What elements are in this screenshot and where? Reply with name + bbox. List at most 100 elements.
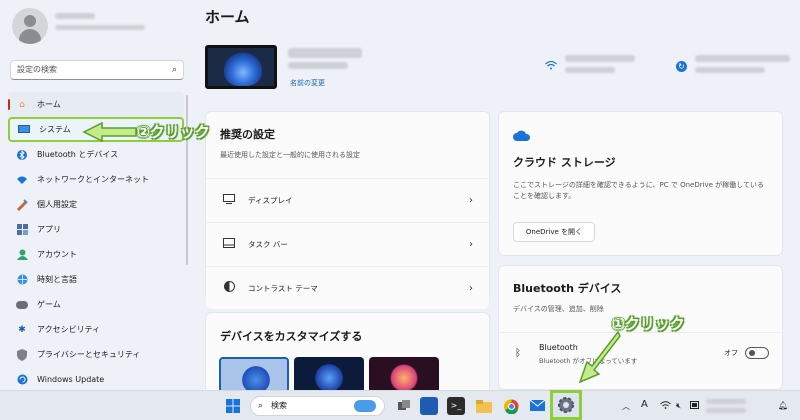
notification-bell-icon[interactable]: 🔔︎ (778, 401, 788, 410)
chrome-icon[interactable] (502, 397, 520, 415)
bluetooth-icon (16, 149, 28, 161)
sidebar-item-accounts[interactable]: アカウント (8, 242, 184, 267)
sidebar-item-label: アクセシビリティ (37, 325, 101, 334)
sidebar-item-privacy[interactable]: プライバシーとセキュリティ (8, 342, 184, 367)
sidebar-item-accessibility[interactable]: ✱ アクセシビリティ (8, 317, 184, 342)
sidebar-item-personalization[interactable]: 個人用設定 (8, 192, 184, 217)
chevron-right-icon: › (469, 238, 473, 250)
chevron-right-icon: › (469, 282, 473, 294)
sidebar-item-time-language[interactable]: 時刻と言語 (8, 267, 184, 292)
callout-arrow-system (82, 121, 138, 146)
wifi-tray-icon[interactable] (660, 401, 671, 411)
bluetooth-subtitle: デバイスの管理、追加、削除 (513, 305, 604, 313)
ime-indicator-icon[interactable]: A (641, 399, 648, 410)
row-label: ディスプレイ (248, 195, 293, 205)
settings-search-placeholder: 設定の検索 (17, 65, 57, 74)
sidebar-item-gaming[interactable]: ゲーム (8, 292, 184, 317)
redacted-device-model (288, 62, 348, 69)
callout-step1: ①クリック (612, 315, 685, 333)
home-icon: ⌂ (19, 99, 25, 110)
redacted-account-name (55, 13, 95, 19)
taskbar-search-input[interactable]: ⌕ 検索 (250, 396, 385, 416)
sidebar-item-windows-update[interactable]: Windows Update (8, 367, 184, 392)
chevron-up-icon[interactable]: ︿ (622, 401, 630, 412)
sidebar-item-label: 時刻と言語 (37, 275, 77, 284)
rename-link[interactable]: 名前の変更 (290, 78, 325, 88)
avatar[interactable] (12, 8, 48, 44)
wallpaper-thumbnail-light[interactable] (219, 357, 289, 393)
redacted-account-email (55, 25, 145, 30)
brush-icon (16, 198, 28, 211)
taskbar-icon (222, 237, 236, 251)
bluetooth-row: ᛒ Bluetooth Bluetooth がオフになっています オフ (499, 332, 782, 377)
recommended-title: 推奨の設定 (220, 128, 275, 141)
mail-icon[interactable] (528, 397, 546, 415)
apps-icon (16, 224, 28, 236)
sidebar-item-home[interactable]: ⌂ ホーム (8, 92, 184, 117)
recommended-row-contrast[interactable]: コントラスト テーマ › (206, 266, 489, 309)
monitor-icon (222, 193, 236, 207)
redacted-update-status (695, 55, 790, 62)
redacted-device-name (288, 48, 362, 58)
redacted-clock (706, 399, 746, 404)
search-icon: ⌕ (258, 401, 264, 411)
recommended-row-taskbar[interactable]: タスク バー › (206, 222, 489, 265)
gear-icon (558, 397, 574, 413)
globe-icon (16, 274, 28, 286)
sidebar-item-label: システム (39, 125, 71, 134)
volume-muted-icon[interactable]: 🔇︎ (676, 401, 681, 411)
sidebar-item-label: Windows Update (37, 375, 105, 384)
display-icon (18, 124, 30, 136)
bluetooth-toggle[interactable] (745, 347, 769, 359)
redacted-network-name (565, 55, 635, 62)
wallpaper-thumbnail-glow[interactable] (369, 357, 439, 393)
device-image (205, 45, 277, 89)
sidebar-item-label: アプリ (37, 225, 61, 234)
contrast-icon (222, 281, 236, 295)
gamepad-icon (16, 299, 28, 311)
sidebar: 設定の検索 ⌕ ⌂ ホーム システム Bluetooth とデバイス ネットワー… (0, 0, 190, 390)
open-onedrive-button[interactable]: OneDrive を開く (513, 222, 595, 242)
page-title: ホーム (205, 8, 250, 26)
search-icon: ⌕ (171, 65, 177, 75)
bluetooth-icon: ᛒ (515, 348, 521, 359)
row-label: タスク バー (248, 239, 288, 249)
battery-icon[interactable] (690, 401, 700, 411)
shield-icon (16, 348, 28, 361)
start-icon[interactable] (224, 397, 242, 415)
callout-arrow-settings (572, 330, 622, 389)
sidebar-item-network[interactable]: ネットワークとインターネット (8, 167, 184, 192)
task-view-icon[interactable] (395, 397, 413, 415)
cloud-description: ここでストレージの詳細を確認できるように、PC で OneDrive が稼働して… (513, 181, 764, 200)
cloud-storage-card: クラウド ストレージ ここでストレージの詳細を確認できるように、PC で One… (498, 111, 783, 256)
redacted-date (706, 408, 746, 413)
network-status-icon (545, 60, 557, 73)
sidebar-item-label: プライバシーとセキュリティ (37, 350, 141, 359)
settings-search-input[interactable]: 設定の検索 ⌕ (10, 60, 184, 80)
callout-step2: ②クリック (137, 123, 210, 141)
customize-title: デバイスをカスタマイズする (220, 330, 363, 343)
sync-icon: ↻ (676, 61, 687, 72)
cloud-icon (513, 126, 531, 145)
sidebar-item-label: ネットワークとインターネット (37, 175, 149, 184)
sidebar-item-apps[interactable]: アプリ (8, 217, 184, 242)
recommended-subtitle: 最近使用した設定と一般的に使用される設定 (220, 151, 360, 159)
settings-app-taskbar-button[interactable] (550, 390, 582, 420)
search-highlight-icon (354, 400, 376, 412)
chevron-right-icon: › (469, 194, 473, 206)
wifi-icon (16, 174, 28, 186)
file-explorer-icon[interactable] (475, 397, 493, 415)
bluetooth-title: Bluetooth デバイス (513, 282, 622, 295)
sidebar-item-label: ゲーム (37, 300, 61, 309)
bluetooth-toggle-label: オフ (724, 349, 738, 357)
terminal-icon[interactable]: >_ (447, 397, 465, 415)
account-icon (16, 249, 28, 261)
taskbar-search-placeholder: 検索 (271, 401, 287, 410)
wallpaper-thumbnail-dark[interactable] (294, 357, 364, 393)
update-icon (16, 374, 28, 386)
recommended-row-display[interactable]: ディスプレイ › (206, 178, 489, 221)
accessibility-icon: ✱ (18, 324, 26, 335)
widgets-icon[interactable] (420, 397, 438, 415)
recommended-settings-card: 推奨の設定 最近使用した設定と一般的に使用される設定 ディスプレイ › タスク … (205, 111, 490, 309)
sidebar-item-label: アカウント (37, 250, 77, 259)
